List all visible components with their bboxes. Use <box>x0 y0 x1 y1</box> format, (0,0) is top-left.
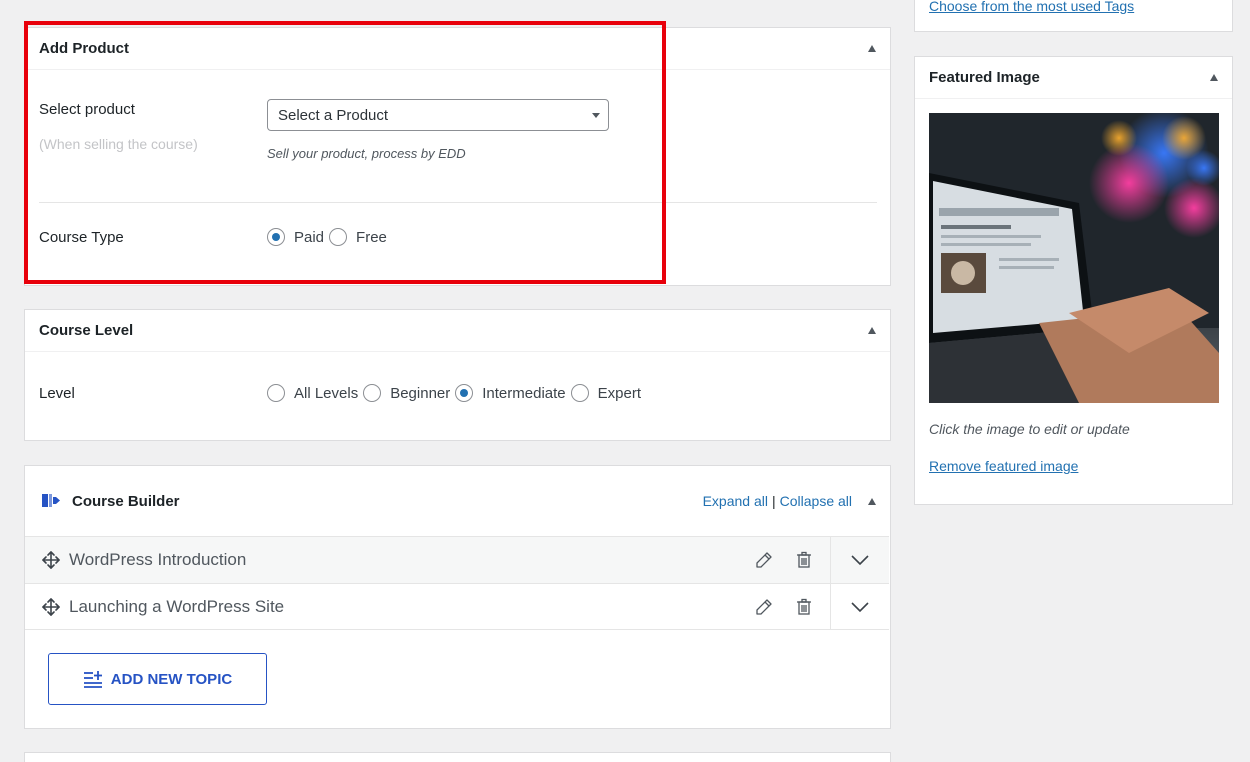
add-product-header[interactable]: Add Product <box>25 28 890 70</box>
course-builder-icon <box>42 494 60 507</box>
expand-all-link[interactable]: Expand all <box>703 493 768 509</box>
select-product-help: Sell your product, process by EDD <box>267 146 466 161</box>
course-type-label: Course Type <box>39 228 124 246</box>
featured-image-caption: Click the image to edit or update <box>929 421 1130 437</box>
topic-title[interactable]: WordPress Introduction <box>69 550 754 570</box>
featured-image-toggle-icon[interactable] <box>1210 74 1218 81</box>
section-divider <box>39 202 877 203</box>
move-icon[interactable] <box>41 597 61 617</box>
chevron-down-icon <box>592 113 600 118</box>
select-product-sublabel: (When selling the course) <box>39 136 198 152</box>
select-product-label-group: Select product (When selling the course) <box>39 101 267 161</box>
trash-icon[interactable] <box>794 550 814 570</box>
level-all-label[interactable]: All Levels <box>294 385 358 402</box>
add-product-toggle-icon[interactable] <box>868 45 876 52</box>
course-type-free-radio[interactable] <box>329 228 348 246</box>
topic-row: Launching a WordPress Site <box>25 583 889 630</box>
level-label: Level <box>39 384 75 402</box>
course-level-toggle-icon[interactable] <box>868 327 876 334</box>
add-new-topic-button[interactable]: ADD NEW TOPIC <box>48 653 267 705</box>
course-type-paid-radio[interactable] <box>267 228 285 246</box>
level-expert-label[interactable]: Expert <box>598 385 641 402</box>
course-level-box: Course Level Level All Levels Beginner I… <box>24 309 891 441</box>
add-product-title: Add Product <box>39 40 129 57</box>
level-intermediate-label[interactable]: Intermediate <box>482 385 565 402</box>
course-level-title: Course Level <box>39 322 134 339</box>
most-used-tags-link[interactable]: Choose from the most used Tags <box>929 0 1134 14</box>
select-product-value: Select a Product <box>278 106 389 124</box>
course-builder-box: Course Builder Expand all | Collapse all… <box>24 465 891 729</box>
level-radios: All Levels Beginner Intermediate Expert <box>267 384 646 402</box>
featured-image-thumbnail[interactable] <box>929 113 1219 403</box>
topic-expand-toggle[interactable] <box>831 554 889 566</box>
chevron-down-icon <box>851 555 869 566</box>
course-builder-title: Course Builder <box>72 492 180 510</box>
course-type-radios: Paid Free <box>267 228 392 246</box>
move-icon[interactable] <box>41 550 61 570</box>
add-list-icon <box>83 671 102 688</box>
trash-icon[interactable] <box>794 597 814 617</box>
select-product-field-group: Select a Product Sell your product, proc… <box>267 99 609 161</box>
featured-image-box: Featured Image Click the image to edit o… <box>914 56 1233 505</box>
pencil-icon[interactable] <box>754 550 774 570</box>
link-separator: | <box>771 493 776 509</box>
level-intermediate-radio[interactable] <box>455 384 474 402</box>
pencil-icon[interactable] <box>754 597 774 617</box>
featured-image-header[interactable]: Featured Image <box>915 57 1232 99</box>
tags-box: Choose from the most used Tags <box>914 0 1233 32</box>
level-beginner-label[interactable]: Beginner <box>390 385 450 402</box>
level-all-radio[interactable] <box>267 384 285 402</box>
course-level-header[interactable]: Course Level <box>25 310 890 352</box>
add-product-box: Add Product Select product (When selling… <box>24 27 891 286</box>
laptop-photo-icon <box>929 113 1219 403</box>
course-builder-header: Course Builder Expand all | Collapse all <box>25 466 890 536</box>
level-beginner-radio[interactable] <box>363 384 382 402</box>
collapse-all-link[interactable]: Collapse all <box>780 493 852 509</box>
topic-row: WordPress Introduction <box>25 536 889 584</box>
next-postbox <box>24 752 891 762</box>
course-type-free-label[interactable]: Free <box>356 229 387 246</box>
select-product-row: Select product (When selling the course)… <box>39 99 609 161</box>
level-row: Level All Levels Beginner Intermediate E… <box>39 384 646 402</box>
level-expert-radio[interactable] <box>570 384 589 402</box>
course-type-paid-label[interactable]: Paid <box>294 229 324 246</box>
course-type-row: Course Type Paid Free <box>39 228 392 246</box>
topic-expand-toggle[interactable] <box>831 601 889 613</box>
topic-title[interactable]: Launching a WordPress Site <box>69 597 754 617</box>
add-new-topic-label: ADD NEW TOPIC <box>110 670 233 688</box>
featured-image-title: Featured Image <box>929 69 1040 86</box>
select-product-label: Select product <box>39 101 135 118</box>
course-builder-toggle-icon[interactable] <box>868 497 876 505</box>
select-product-dropdown[interactable]: Select a Product <box>267 99 609 131</box>
chevron-down-icon <box>851 601 869 612</box>
remove-featured-image-link[interactable]: Remove featured image <box>929 458 1078 474</box>
